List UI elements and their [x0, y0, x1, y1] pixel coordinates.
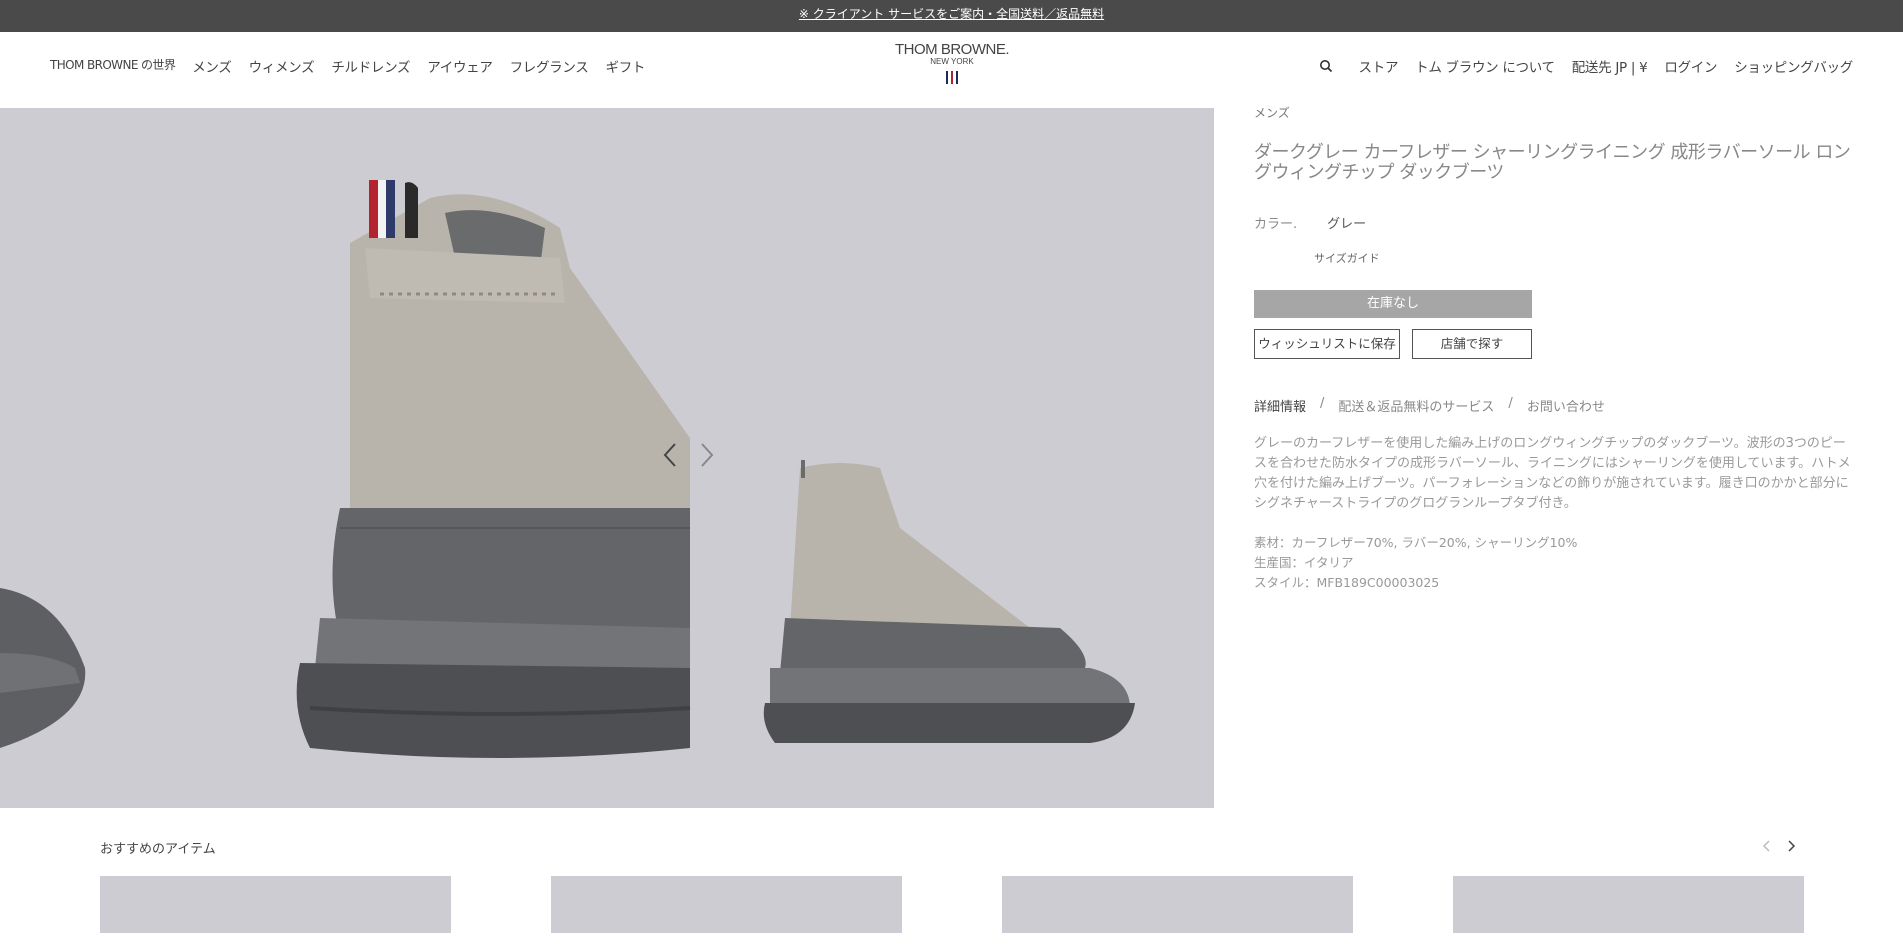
recommended-prev-chevron-left-icon[interactable]: [1762, 838, 1772, 857]
color-row: カラー. グレー: [1254, 213, 1854, 232]
product-image-gallery[interactable]: [0, 108, 1214, 808]
color-label: カラー.: [1254, 217, 1298, 232]
brand-logo[interactable]: THOM BROWNE. NEW YORK: [880, 41, 1024, 84]
breadcrumb[interactable]: メンズ: [1254, 104, 1854, 121]
recommended-item-card[interactable]: [1453, 876, 1804, 933]
size-guide-link[interactable]: サイズガイド: [1314, 250, 1854, 266]
save-to-wishlist-button[interactable]: ウィッシュリストに保存: [1254, 329, 1400, 359]
nav-item-gift[interactable]: ギフト: [606, 56, 646, 76]
utility-nav: ストア トム ブラウン について 配送先 JP | ¥ ログイン ショッピングバ…: [1319, 56, 1853, 76]
site-header: THOM BROWNE の世界 メンズ ウィメンズ チルドレンズ アイウェア フ…: [0, 32, 1903, 108]
nav-item-fragrance[interactable]: フレグランス: [510, 56, 589, 76]
tab-shipping-returns[interactable]: 配送＆返品無料のサービス: [1338, 396, 1494, 415]
announcement-link[interactable]: ※ クライアント サービスをご案内・全国送料／返品無料: [799, 7, 1104, 21]
tab-separator: /: [1320, 396, 1325, 411]
gallery-prev-chevron-left-icon[interactable]: [660, 440, 680, 470]
action-buttons: ウィッシュリストに保存 店舗で探す: [1254, 329, 1854, 359]
logo-brand: THOM BROWNE.: [895, 41, 1010, 58]
product-info-panel: メンズ ダークグレー カーフレザー シャーリングライニング 成形ラバーソール ロ…: [1254, 104, 1854, 593]
nav-item-children[interactable]: チルドレンズ: [331, 56, 410, 76]
tricolor-flag-icon: [946, 71, 959, 84]
boot-partial-left: [0, 588, 86, 748]
recommended-title: おすすめのアイテム: [100, 842, 216, 857]
nav-item-womens[interactable]: ウィメンズ: [249, 56, 315, 76]
find-in-store-button[interactable]: 店舗で探す: [1412, 329, 1532, 359]
logo-sub: NEW YORK: [930, 57, 974, 66]
product-description: グレーのカーフレザーを使用した編み上げのロングウィングチップのダックブーツ。波形…: [1254, 436, 1851, 511]
nav-item-shipping-country[interactable]: 配送先 JP | ¥: [1572, 56, 1648, 76]
recommended-item-card[interactable]: [100, 876, 451, 933]
announcement-bar: ※ クライアント サービスをご案内・全国送料／返品無料: [0, 0, 1903, 32]
nav-item-stores[interactable]: ストア: [1359, 56, 1399, 76]
recommended-item-card[interactable]: [1002, 876, 1353, 933]
nav-item-about[interactable]: トム ブラウン について: [1415, 56, 1555, 76]
spec-material: 素材：カーフレザー70%, ラバー20%, シャーリング10%: [1254, 535, 1578, 550]
product-title: ダークグレー カーフレザー シャーリングライニング 成形ラバーソール ロングウィ…: [1254, 142, 1851, 183]
boot-full: [763, 460, 1135, 743]
gallery-next-chevron-right-icon[interactable]: [697, 440, 717, 470]
nav-item-login[interactable]: ログイン: [1664, 56, 1717, 76]
search-icon[interactable]: [1319, 59, 1333, 73]
product-boot-images: [0, 180, 1135, 758]
color-value: グレー: [1327, 217, 1367, 232]
recommended-item-card[interactable]: [551, 876, 902, 933]
nav-item-eyewear[interactable]: アイウェア: [427, 56, 493, 76]
main-nav: THOM BROWNE の世界 メンズ ウィメンズ チルドレンズ アイウェア フ…: [50, 56, 662, 76]
recommended-next-chevron-right-icon[interactable]: [1786, 838, 1796, 857]
nav-item-world[interactable]: THOM BROWNE の世界: [50, 56, 176, 76]
spec-origin: 生産国：イタリア: [1254, 555, 1354, 570]
tab-contact[interactable]: お問い合わせ: [1527, 396, 1605, 415]
spec-style: スタイル：MFB189C00003025: [1254, 575, 1440, 590]
boot-closeup: [296, 180, 691, 758]
info-tabs: 詳細情報 / 配送＆返品無料のサービス / お問い合わせ: [1254, 396, 1854, 415]
tab-separator: /: [1508, 396, 1513, 411]
out-of-stock-button: 在庫なし: [1254, 290, 1532, 318]
recommended-carousel-controls: [1762, 838, 1796, 857]
nav-item-mens[interactable]: メンズ: [192, 56, 232, 76]
nav-item-shopping-bag[interactable]: ショッピングバッグ: [1734, 56, 1853, 76]
product-specs: 素材：カーフレザー70%, ラバー20%, シャーリング10% 生産国：イタリア…: [1254, 533, 1854, 593]
tab-details[interactable]: 詳細情報: [1254, 396, 1306, 415]
